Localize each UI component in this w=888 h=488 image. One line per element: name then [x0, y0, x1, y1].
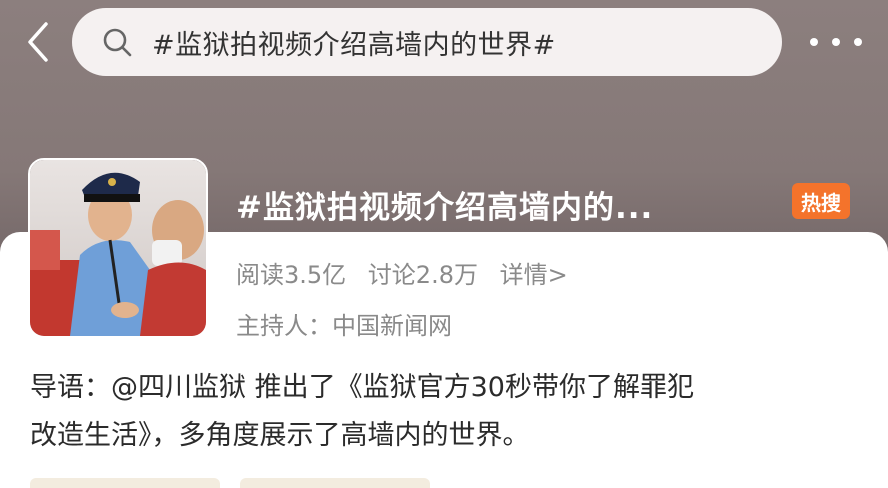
- intro-line-1: 导语：@四川监狱 推出了《监狱官方30秒带你了解罪犯: [30, 372, 694, 403]
- back-arrow-icon[interactable]: [18, 22, 58, 62]
- bottom-tag[interactable]: [30, 478, 220, 488]
- discussion-count: 讨论2.8万: [367, 261, 478, 289]
- top-bar: #监狱拍视频介绍高墙内的世界#: [0, 0, 888, 90]
- topic-intro: 导语：@四川监狱 推出了《监狱官方30秒带你了解罪犯 改造生活》，多角度展示了高…: [30, 364, 860, 460]
- hot-search-badge: 热搜: [792, 183, 850, 219]
- search-icon: [103, 28, 132, 57]
- topic-title[interactable]: #监狱拍视频介绍高墙内的...: [236, 182, 653, 227]
- bottom-tag[interactable]: [240, 478, 430, 488]
- more-dots-icon[interactable]: [810, 30, 862, 54]
- search-bar[interactable]: #监狱拍视频介绍高墙内的世界#: [72, 8, 782, 76]
- topic-stats: 阅读3.5亿 讨论2.8万 详情>: [236, 255, 582, 290]
- search-query[interactable]: #监狱拍视频介绍高墙内的世界#: [152, 23, 556, 62]
- details-link[interactable]: 详情>: [500, 261, 568, 289]
- read-count: 阅读3.5亿: [236, 261, 347, 289]
- intro-line-2: 改造生活》，多角度展示了高墙内的世界。: [30, 420, 530, 451]
- topic-thumbnail-image: [28, 158, 208, 338]
- topic-host[interactable]: 主持人：中国新闻网: [236, 306, 452, 341]
